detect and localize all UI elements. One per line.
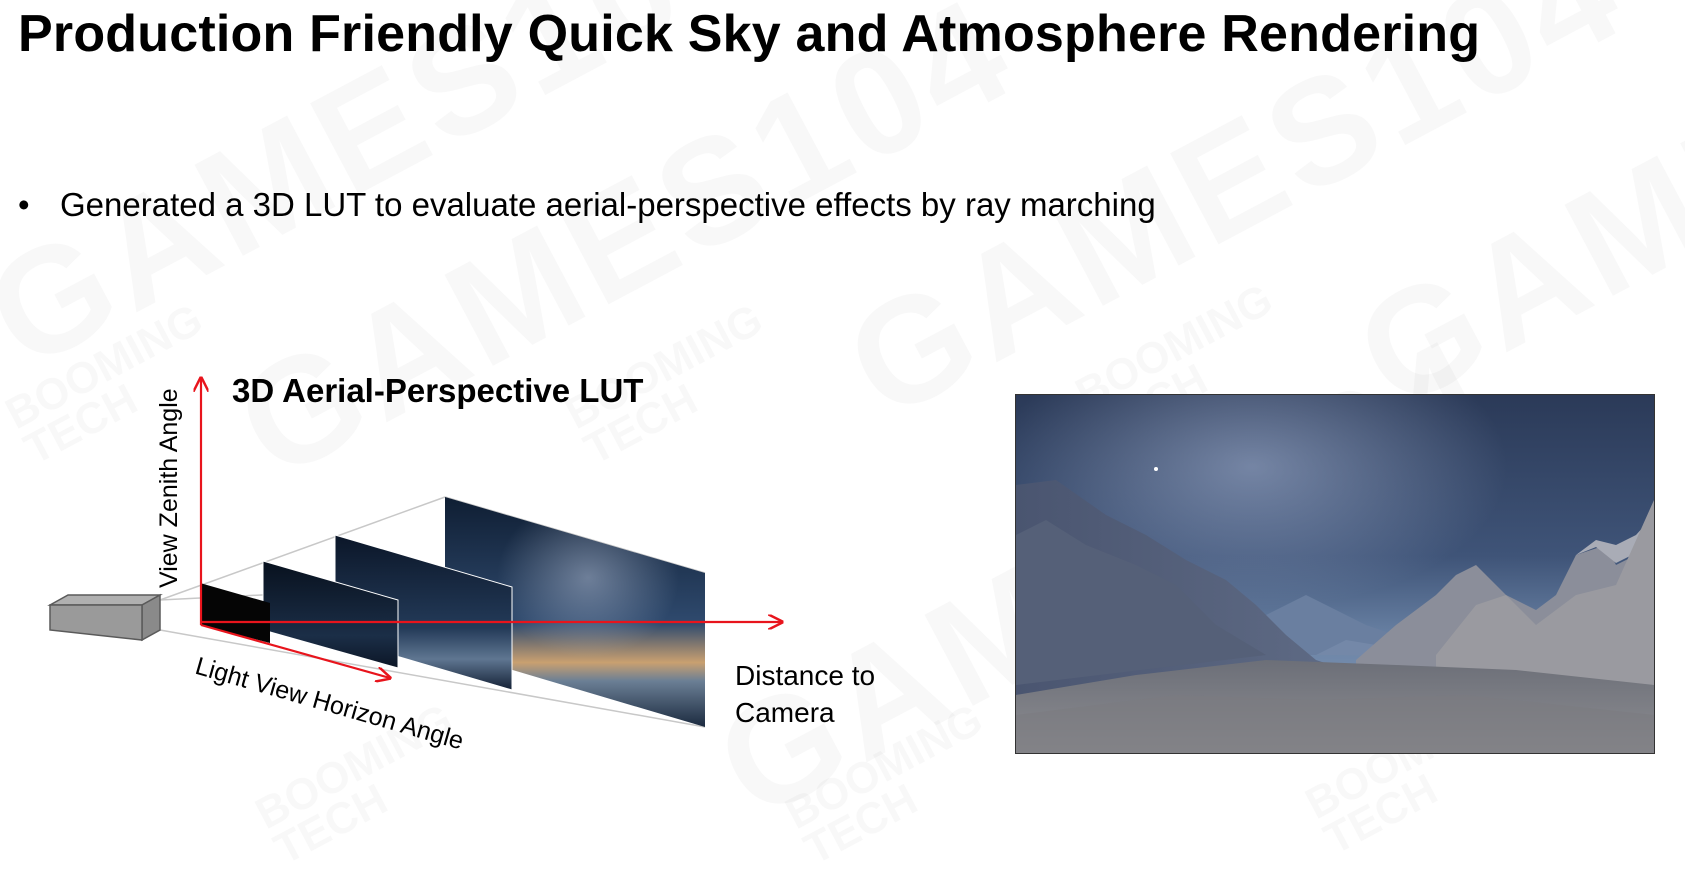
bullet-text: Generated a 3D LUT to evaluate aerial-pe…	[60, 186, 1156, 223]
rendered-scene-image	[1015, 394, 1655, 754]
watermark-games104: GAMES104	[820, 0, 1650, 453]
slide-title: Production Friendly Quick Sky and Atmosp…	[18, 5, 1481, 63]
axis-label-zenith: View Zenith Angle	[155, 388, 183, 588]
bullet-item: • Generated a 3D LUT to evaluate aerial-p…	[18, 186, 1156, 224]
diagram-title: 3D Aerial-Perspective LUT	[232, 372, 644, 409]
watermark-games104: GAMES104	[1330, 0, 1685, 443]
camera-box-icon	[47, 593, 163, 642]
bullet-dot-icon: •	[18, 186, 30, 223]
axis-label-distance: Distance to Camera	[735, 660, 876, 728]
